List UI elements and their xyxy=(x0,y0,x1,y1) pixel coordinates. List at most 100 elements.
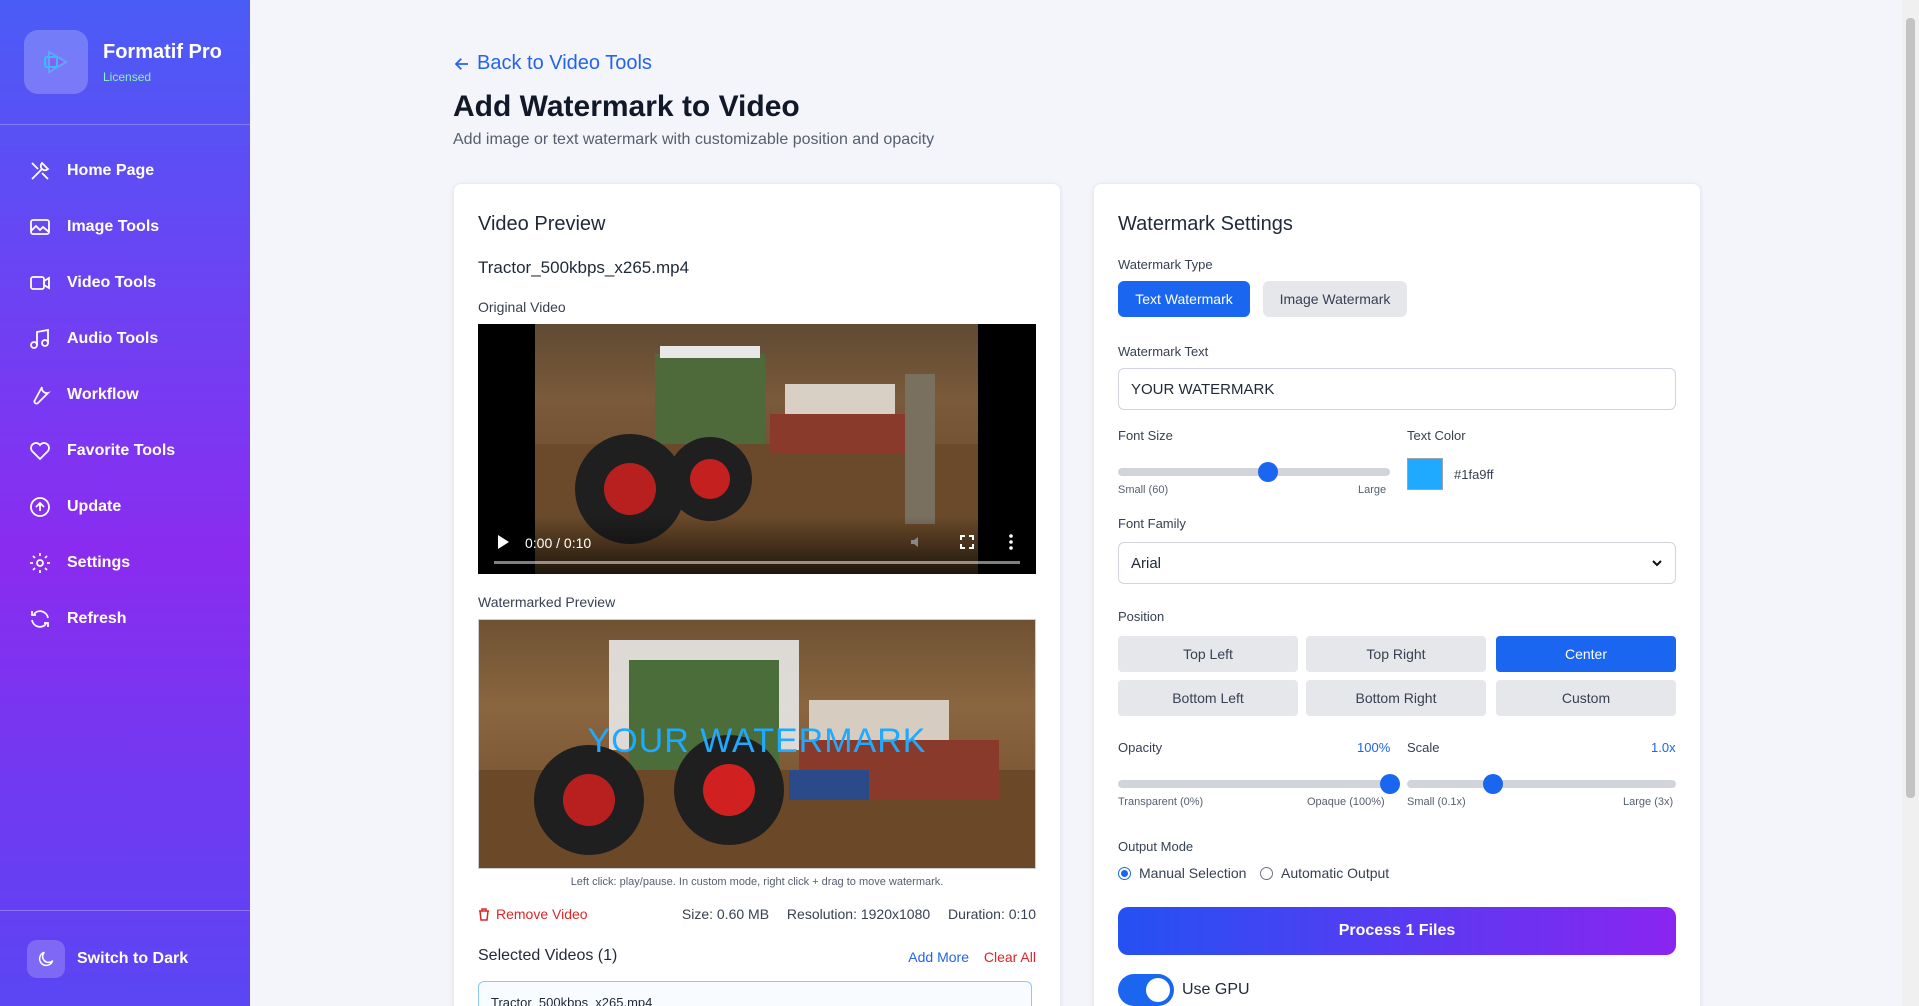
position-custom-button[interactable]: Custom xyxy=(1496,680,1676,716)
radio-label: Manual Selection xyxy=(1139,865,1247,881)
back-link[interactable]: Back to Video Tools xyxy=(453,52,652,75)
chevron-down-icon xyxy=(1652,560,1662,567)
card-title: Video Preview xyxy=(478,213,606,235)
text-watermark-button[interactable]: Text Watermark xyxy=(1118,281,1250,317)
watermarked-preview[interactable]: YOUR WATERMARK xyxy=(478,619,1036,869)
output-mode-manual-radio[interactable]: Manual Selection xyxy=(1118,865,1246,881)
video-resolution: Resolution: 1920x1080 xyxy=(786,906,931,922)
page-scrollbar[interactable] xyxy=(1902,0,1919,1006)
watermark-text-input[interactable]: YOUR WATERMARK xyxy=(1118,368,1676,410)
position-bottom-right-button[interactable]: Bottom Right xyxy=(1306,680,1486,716)
video-info: Size: 0.60 MB Resolution: 1920x1080 Dura… xyxy=(668,906,1036,922)
video-meta: Remove Video Size: 0.60 MB Resolution: 1… xyxy=(478,906,1036,926)
image-icon xyxy=(30,219,50,235)
watermark-settings-card: Watermark Settings Watermark Type Text W… xyxy=(1093,183,1701,1006)
sidebar-item-label: Home Page xyxy=(67,162,155,179)
sidebar-item-settings[interactable]: Settings xyxy=(0,535,250,591)
page-title: Add Watermark to Video xyxy=(453,90,800,123)
theme-toggle-label: Switch to Dark xyxy=(77,949,189,967)
font-size-max-label: Large xyxy=(1358,484,1387,496)
watermarked-preview-label: Watermarked Preview xyxy=(478,594,616,610)
font-family-label: Font Family xyxy=(1118,516,1186,531)
wrench-icon xyxy=(33,386,51,405)
position-top-left-button[interactable]: Top Left xyxy=(1118,636,1298,672)
remove-video-label: Remove Video xyxy=(496,906,588,922)
upload-icon xyxy=(30,497,50,517)
font-size-min-label: Small (60) xyxy=(1118,484,1169,496)
position-bottom-left-button[interactable]: Bottom Left xyxy=(1118,680,1298,716)
gear-icon xyxy=(30,553,50,573)
page-subtitle: Add image or text watermark with customi… xyxy=(453,131,935,148)
volume-icon[interactable] xyxy=(909,534,925,550)
license-status: Licensed xyxy=(103,69,152,84)
opacity-value: 100% xyxy=(1357,740,1391,755)
video-size: Size: 0.60 MB xyxy=(681,906,770,922)
trash-icon xyxy=(479,907,489,921)
scrollbar-thumb[interactable] xyxy=(1906,18,1915,798)
use-gpu-label: Use GPU xyxy=(1182,981,1250,998)
selected-video-item[interactable]: Tractor_500kbps_x265.mp4 xyxy=(478,981,1032,1006)
font-family-value: Arial xyxy=(1131,555,1162,572)
text-color-label: Text Color xyxy=(1407,428,1466,443)
video-duration: Duration: 0:10 xyxy=(948,906,1036,922)
sidebar-item-home[interactable]: Home Page xyxy=(0,143,250,199)
video-progress-bar[interactable] xyxy=(494,561,1020,564)
font-size-label: Font Size xyxy=(1118,428,1173,443)
watermark-overlay-text[interactable]: YOUR WATERMARK xyxy=(479,722,1035,761)
use-gpu-toggle[interactable] xyxy=(1118,974,1174,1006)
sidebar-item-workflow[interactable]: Workflow xyxy=(0,367,250,423)
scale-slider[interactable] xyxy=(1407,774,1676,794)
sidebar-item-label: Update xyxy=(67,498,122,515)
opacity-slider[interactable] xyxy=(1118,774,1400,794)
player-time: 0:00 / 0:10 xyxy=(525,535,592,551)
sidebar-item-refresh[interactable]: Refresh xyxy=(0,591,250,647)
opacity-max-label: Opaque (100%) xyxy=(1307,796,1385,808)
sidebar-item-label: Audio Tools xyxy=(67,330,159,347)
output-mode-label: Output Mode xyxy=(1118,839,1194,854)
fullscreen-icon[interactable] xyxy=(959,534,975,550)
position-center-button[interactable]: Center xyxy=(1496,636,1676,672)
sidebar-item-video-tools[interactable]: Video Tools xyxy=(0,255,250,311)
output-mode-automatic-radio[interactable]: Automatic Output xyxy=(1260,865,1389,881)
text-color-picker[interactable] xyxy=(1407,458,1443,490)
font-size-slider-thumb[interactable] xyxy=(1257,462,1278,482)
remove-video-button[interactable]: Remove Video xyxy=(478,906,588,922)
position-label: Position xyxy=(1118,609,1165,624)
sidebar-item-favorite-tools[interactable]: Favorite Tools xyxy=(0,423,250,479)
selected-videos-header: Selected Videos (1) Add More Clear All xyxy=(478,947,1036,969)
position-top-right-button[interactable]: Top Right xyxy=(1306,636,1486,672)
opacity-label: Opacity xyxy=(1118,740,1163,755)
toggle-knob xyxy=(1146,978,1170,1002)
sidebar: Formatif Pro Licensed Home Page Image To… xyxy=(0,0,250,1006)
opacity-slider-thumb[interactable] xyxy=(1380,774,1400,794)
card-title: Watermark Settings xyxy=(1118,213,1293,235)
arrow-left-icon xyxy=(454,57,468,70)
more-options-icon[interactable] xyxy=(1008,534,1014,550)
play-icon[interactable] xyxy=(496,534,510,550)
sidebar-item-label: Refresh xyxy=(67,610,127,627)
sidebar-item-image-tools[interactable]: Image Tools xyxy=(0,199,250,255)
radio-indicator xyxy=(1118,866,1131,880)
add-more-button[interactable]: Add More xyxy=(908,949,969,965)
clear-all-button[interactable]: Clear All xyxy=(984,949,1036,965)
selected-videos-title: Selected Videos (1) xyxy=(478,947,618,964)
heart-icon xyxy=(30,442,50,461)
sidebar-item-audio-tools[interactable]: Audio Tools xyxy=(0,311,250,367)
watermark-type-label: Watermark Type xyxy=(1118,257,1213,272)
process-button[interactable]: Process 1 Files xyxy=(1118,907,1676,955)
scale-max-label: Large (3x) xyxy=(1623,796,1674,808)
tools-icon xyxy=(31,161,50,180)
opacity-min-label: Transparent (0%) xyxy=(1118,796,1204,808)
image-watermark-button[interactable]: Image Watermark xyxy=(1263,281,1407,317)
font-size-slider[interactable] xyxy=(1118,462,1390,482)
brand: Formatif Pro Licensed xyxy=(0,0,250,125)
refresh-icon xyxy=(31,610,49,628)
scale-label: Scale xyxy=(1407,740,1440,755)
original-video-player[interactable]: 0:00 / 0:10 xyxy=(478,324,1036,574)
sidebar-item-label: Favorite Tools xyxy=(67,442,176,459)
scale-slider-thumb[interactable] xyxy=(1483,774,1504,794)
sidebar-item-update[interactable]: Update xyxy=(0,479,250,535)
sidebar-item-label: Image Tools xyxy=(67,218,160,235)
theme-toggle-button[interactable]: Switch to Dark xyxy=(0,910,250,1006)
font-family-select[interactable]: Arial xyxy=(1118,542,1676,584)
